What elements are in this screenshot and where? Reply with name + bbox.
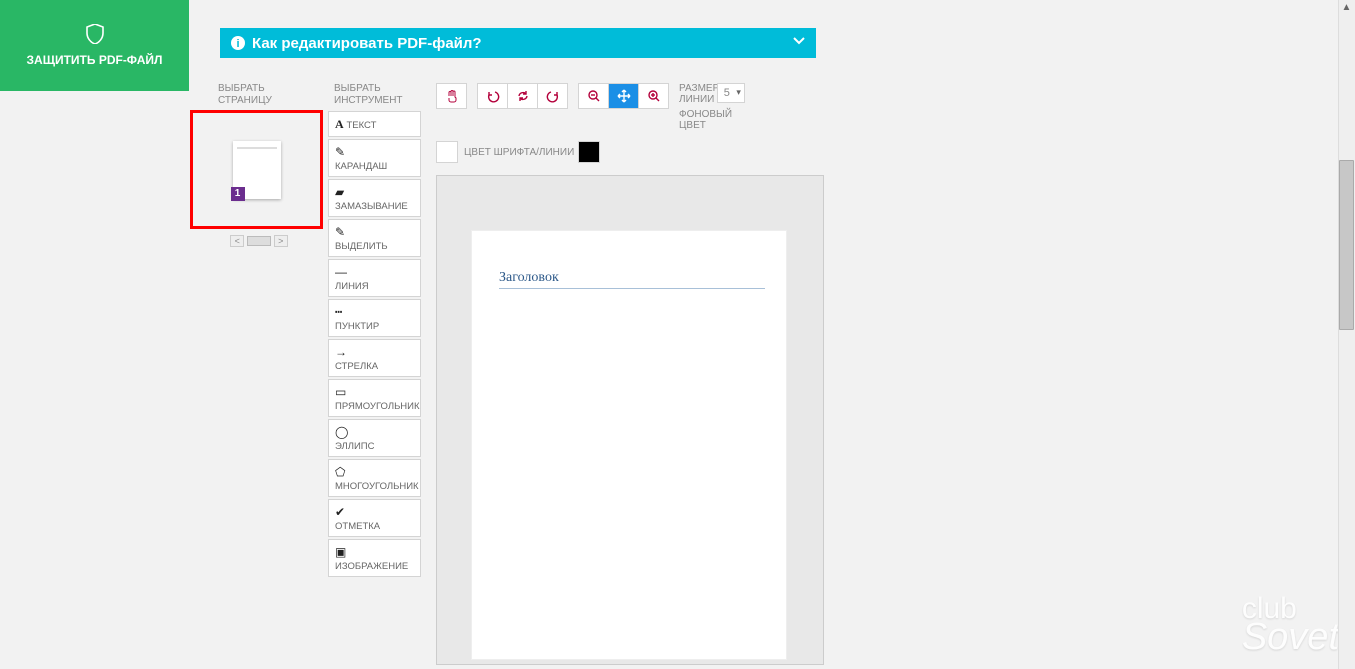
tool-rectangle[interactable]: ▭ПРЯМОУГОЛЬНИК: [328, 379, 421, 417]
tool-image[interactable]: ▣ИЗОБРАЖЕНИЕ: [328, 539, 421, 577]
page-select-label: ВЫБРАТЬСТРАНИЦУ: [190, 83, 328, 107]
tool-arrow[interactable]: →СТРЕЛКА: [328, 339, 421, 377]
tool-line[interactable]: —ЛИНИЯ: [328, 259, 421, 297]
erase-icon: ▰: [335, 185, 414, 199]
polygon-icon: ⬠: [335, 465, 414, 479]
font-color-swatch-black[interactable]: [578, 141, 600, 163]
tool-text[interactable]: A ТЕКСТ: [328, 111, 421, 137]
page-thumbnail[interactable]: 1: [190, 110, 323, 229]
tool-pencil[interactable]: ✎КАРАНДАШ: [328, 139, 421, 177]
arrow-icon: →: [335, 345, 414, 359]
tool-ellipse[interactable]: ◯ЭЛЛИПС: [328, 419, 421, 457]
move-button[interactable]: [608, 83, 639, 109]
font-color-swatch-white[interactable]: [436, 141, 458, 163]
history-toolbar: [477, 83, 568, 109]
undo-button[interactable]: [477, 83, 508, 109]
ellipse-icon: ◯: [335, 425, 414, 439]
zoom-in-button[interactable]: [638, 83, 669, 109]
hand-tool-button[interactable]: [436, 83, 467, 109]
tool-dashed[interactable]: ┅ПУНКТИР: [328, 299, 421, 337]
canvas-panel: РАЗМЕРЛИНИИ 5 ФОНОВЫЙЦВЕТ ЦВЕТ ШРИФТА/ЛИ…: [436, 83, 931, 665]
highlight-icon: ✎: [335, 225, 414, 239]
line-size-select[interactable]: 5: [717, 83, 745, 103]
watermark: club Sovet: [1242, 592, 1339, 659]
page-selector-panel: ВЫБРАТЬСТРАНИЦУ 1 < >: [190, 83, 328, 247]
zoom-toolbar: [578, 83, 669, 109]
pager-next-button[interactable]: >: [274, 235, 288, 247]
page-thumb-page: 1: [233, 141, 281, 199]
tool-highlight[interactable]: ✎ВЫДЕЛИТЬ: [328, 219, 421, 257]
tools-label: ВЫБРАТЬИНСТРУМЕНТ: [328, 83, 432, 111]
page-scrollbar[interactable]: ▲: [1338, 0, 1355, 669]
pager-track[interactable]: [247, 236, 271, 246]
line-size-group: РАЗМЕРЛИНИИ 5 ФОНОВЫЙЦВЕТ: [679, 83, 745, 131]
pager-prev-button[interactable]: <: [230, 235, 244, 247]
tools-panel: ВЫБРАТЬИНСТРУМЕНТ A ТЕКСТ ✎КАРАНДАШ ▰ЗАМ…: [328, 83, 432, 579]
font-color-label: ЦВЕТ ШРИФТА/ЛИНИИ: [464, 147, 574, 158]
redo-button[interactable]: [537, 83, 568, 109]
page-number-badge: 1: [231, 187, 245, 201]
document-page[interactable]: Заголовок: [471, 230, 787, 660]
dashed-icon: ┅: [335, 305, 414, 319]
rectangle-icon: ▭: [335, 385, 414, 399]
document-title: Заголовок: [499, 270, 765, 289]
zoom-out-button[interactable]: [578, 83, 609, 109]
action-toolbar: [436, 83, 467, 109]
line-icon: —: [335, 265, 414, 279]
protect-pdf-label: ЗАЩИТИТЬ PDF-ФАЙЛ: [27, 53, 163, 67]
chevron-down-icon: [792, 34, 806, 52]
svg-text:i: i: [236, 38, 239, 50]
shield-icon: [86, 24, 104, 53]
help-banner[interactable]: i Как редактировать PDF-файл?: [220, 28, 816, 58]
line-size-label: РАЗМЕРЛИНИИ: [679, 83, 714, 105]
bgcolor-label: ФОНОВЫЙЦВЕТ: [679, 109, 745, 131]
info-icon: i: [230, 35, 246, 51]
text-icon: A: [335, 117, 344, 131]
pencil-icon: ✎: [335, 145, 414, 159]
check-icon: ✔: [335, 505, 414, 519]
page-pager: < >: [190, 235, 328, 247]
refresh-button[interactable]: [507, 83, 538, 109]
image-icon: ▣: [335, 545, 414, 559]
tool-checkmark[interactable]: ✔ОТМЕТКА: [328, 499, 421, 537]
help-banner-text: Как редактировать PDF-файл?: [252, 35, 482, 52]
protect-pdf-button[interactable]: ЗАЩИТИТЬ PDF-ФАЙЛ: [0, 0, 189, 91]
document-viewport[interactable]: Заголовок: [436, 175, 824, 665]
scroll-thumb[interactable]: [1339, 160, 1354, 330]
scroll-up-arrow[interactable]: ▲: [1339, 0, 1354, 15]
font-color-row: ЦВЕТ ШРИФТА/ЛИНИИ: [436, 141, 931, 163]
tool-polygon[interactable]: ⬠МНОГОУГОЛЬНИК: [328, 459, 421, 497]
tool-erase[interactable]: ▰ЗАМАЗЫВАНИЕ: [328, 179, 421, 217]
